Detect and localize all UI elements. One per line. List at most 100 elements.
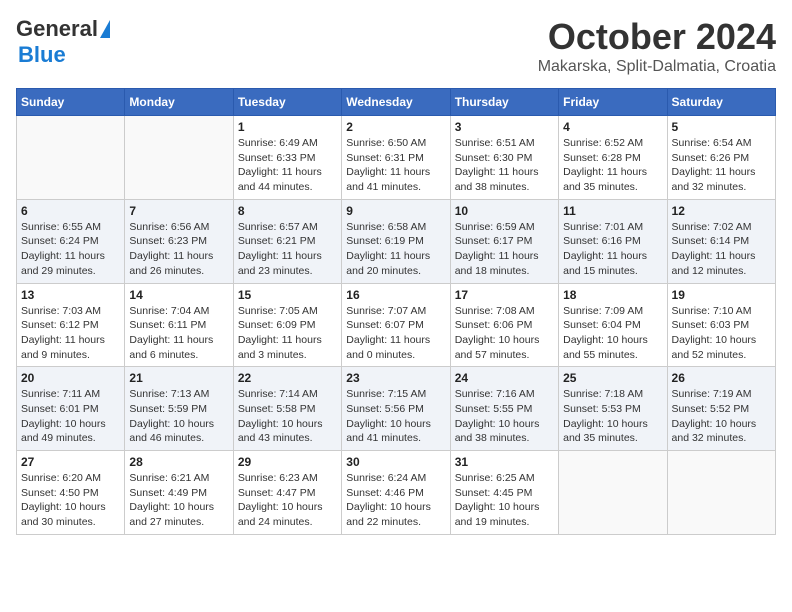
- sunset-text: Sunset: 6:09 PM: [238, 318, 337, 333]
- sunrise-text: Sunrise: 6:56 AM: [129, 220, 228, 235]
- sunset-text: Sunset: 5:59 PM: [129, 402, 228, 417]
- sunset-text: Sunset: 6:33 PM: [238, 151, 337, 166]
- sunset-text: Sunset: 6:16 PM: [563, 234, 662, 249]
- weekday-header-thursday: Thursday: [450, 89, 558, 116]
- logo-triangle-icon: [100, 20, 110, 38]
- day-number: 7: [129, 204, 228, 218]
- day-info: Sunrise: 6:57 AMSunset: 6:21 PMDaylight:…: [238, 220, 337, 279]
- sunrise-text: Sunrise: 7:01 AM: [563, 220, 662, 235]
- daylight-text: Daylight: 11 hours and 41 minutes.: [346, 165, 445, 194]
- day-info: Sunrise: 7:05 AMSunset: 6:09 PMDaylight:…: [238, 304, 337, 363]
- day-info: Sunrise: 6:23 AMSunset: 4:47 PMDaylight:…: [238, 471, 337, 530]
- day-info: Sunrise: 7:04 AMSunset: 6:11 PMDaylight:…: [129, 304, 228, 363]
- sunset-text: Sunset: 6:31 PM: [346, 151, 445, 166]
- sunset-text: Sunset: 6:07 PM: [346, 318, 445, 333]
- calendar-table: SundayMondayTuesdayWednesdayThursdayFrid…: [16, 88, 776, 535]
- daylight-text: Daylight: 10 hours and 49 minutes.: [21, 417, 120, 446]
- calendar-cell: 21Sunrise: 7:13 AMSunset: 5:59 PMDayligh…: [125, 367, 233, 451]
- sunset-text: Sunset: 6:28 PM: [563, 151, 662, 166]
- day-number: 30: [346, 455, 445, 469]
- day-number: 6: [21, 204, 120, 218]
- day-info: Sunrise: 7:08 AMSunset: 6:06 PMDaylight:…: [455, 304, 554, 363]
- page-header: General Blue October 2024 Makarska, Spli…: [16, 16, 776, 76]
- sunset-text: Sunset: 4:50 PM: [21, 486, 120, 501]
- calendar-cell: 29Sunrise: 6:23 AMSunset: 4:47 PMDayligh…: [233, 451, 341, 535]
- day-number: 10: [455, 204, 554, 218]
- sunrise-text: Sunrise: 6:57 AM: [238, 220, 337, 235]
- calendar-cell: 23Sunrise: 7:15 AMSunset: 5:56 PMDayligh…: [342, 367, 450, 451]
- sunset-text: Sunset: 5:58 PM: [238, 402, 337, 417]
- day-number: 4: [563, 120, 662, 134]
- daylight-text: Daylight: 11 hours and 23 minutes.: [238, 249, 337, 278]
- daylight-text: Daylight: 11 hours and 3 minutes.: [238, 333, 337, 362]
- daylight-text: Daylight: 11 hours and 15 minutes.: [563, 249, 662, 278]
- day-info: Sunrise: 7:03 AMSunset: 6:12 PMDaylight:…: [21, 304, 120, 363]
- day-info: Sunrise: 6:20 AMSunset: 4:50 PMDaylight:…: [21, 471, 120, 530]
- day-number: 12: [672, 204, 771, 218]
- calendar-cell: 1Sunrise: 6:49 AMSunset: 6:33 PMDaylight…: [233, 116, 341, 200]
- sunset-text: Sunset: 6:03 PM: [672, 318, 771, 333]
- daylight-text: Daylight: 10 hours and 46 minutes.: [129, 417, 228, 446]
- day-info: Sunrise: 7:02 AMSunset: 6:14 PMDaylight:…: [672, 220, 771, 279]
- day-info: Sunrise: 6:52 AMSunset: 6:28 PMDaylight:…: [563, 136, 662, 195]
- calendar-cell: 13Sunrise: 7:03 AMSunset: 6:12 PMDayligh…: [17, 283, 125, 367]
- calendar-cell: 25Sunrise: 7:18 AMSunset: 5:53 PMDayligh…: [559, 367, 667, 451]
- sunrise-text: Sunrise: 7:04 AM: [129, 304, 228, 319]
- daylight-text: Daylight: 10 hours and 32 minutes.: [672, 417, 771, 446]
- daylight-text: Daylight: 11 hours and 32 minutes.: [672, 165, 771, 194]
- calendar-cell: 30 Sunrise: 6:24 AMSunset: 4:46 PMDayligh…: [342, 451, 450, 535]
- day-number: 1: [238, 120, 337, 134]
- calendar-cell: 9Sunrise: 6:58 AMSunset: 6:19 PMDaylight…: [342, 199, 450, 283]
- day-number: 25: [563, 371, 662, 385]
- day-info: Sunrise: 6:55 AMSunset: 6:24 PMDaylight:…: [21, 220, 120, 279]
- calendar-cell: 7 Sunrise: 6:56 AMSunset: 6:23 PMDaylight…: [125, 199, 233, 283]
- day-info: Sunrise: 6:58 AMSunset: 6:19 PMDaylight:…: [346, 220, 445, 279]
- daylight-text: Daylight: 10 hours and 27 minutes.: [129, 500, 228, 529]
- calendar-cell: 3 Sunrise: 6:51 AMSunset: 6:30 PMDaylight…: [450, 116, 558, 200]
- day-info: Sunrise: 7:19 AMSunset: 5:52 PMDaylight:…: [672, 387, 771, 446]
- sunrise-text: Sunrise: 7:14 AM: [238, 387, 337, 402]
- calendar-cell: [17, 116, 125, 200]
- day-info: Sunrise: 7:11 AMSunset: 6:01 PMDaylight:…: [21, 387, 120, 446]
- daylight-text: Daylight: 10 hours and 24 minutes.: [238, 500, 337, 529]
- sunrise-text: Sunrise: 7:02 AM: [672, 220, 771, 235]
- sunset-text: Sunset: 6:11 PM: [129, 318, 228, 333]
- sunrise-text: Sunrise: 6:50 AM: [346, 136, 445, 151]
- daylight-text: Daylight: 10 hours and 22 minutes.: [346, 500, 445, 529]
- sunset-text: Sunset: 5:53 PM: [563, 402, 662, 417]
- calendar-cell: 28Sunrise: 6:21 AMSunset: 4:49 PMDayligh…: [125, 451, 233, 535]
- day-number: 3: [455, 120, 554, 134]
- day-info: Sunrise: 6:51 AMSunset: 6:30 PMDaylight:…: [455, 136, 554, 195]
- day-number: 26: [672, 371, 771, 385]
- daylight-text: Daylight: 11 hours and 6 minutes.: [129, 333, 228, 362]
- sunset-text: Sunset: 4:45 PM: [455, 486, 554, 501]
- day-info: Sunrise: 6:56 AMSunset: 6:23 PMDaylight:…: [129, 220, 228, 279]
- daylight-text: Daylight: 10 hours and 30 minutes.: [21, 500, 120, 529]
- day-info: Sunrise: 6:25 AMSunset: 4:45 PMDaylight:…: [455, 471, 554, 530]
- sunrise-text: Sunrise: 7:13 AM: [129, 387, 228, 402]
- weekday-header-tuesday: Tuesday: [233, 89, 341, 116]
- calendar-cell: 10Sunrise: 6:59 AMSunset: 6:17 PMDayligh…: [450, 199, 558, 283]
- sunset-text: Sunset: 6:30 PM: [455, 151, 554, 166]
- sunrise-text: Sunrise: 6:21 AM: [129, 471, 228, 486]
- weekday-header-saturday: Saturday: [667, 89, 775, 116]
- daylight-text: Daylight: 10 hours and 57 minutes.: [455, 333, 554, 362]
- calendar-cell: 12 Sunrise: 7:02 AMSunset: 6:14 PMDayligh…: [667, 199, 775, 283]
- day-info: Sunrise: 6:24 AMSunset: 4:46 PMDaylight:…: [346, 471, 445, 530]
- daylight-text: Daylight: 11 hours and 18 minutes.: [455, 249, 554, 278]
- sunrise-text: Sunrise: 6:24 AM: [346, 471, 445, 486]
- day-number: 23: [346, 371, 445, 385]
- calendar-cell: 6 Sunrise: 6:55 AMSunset: 6:24 PMDaylight…: [17, 199, 125, 283]
- calendar-cell: 27Sunrise: 6:20 AMSunset: 4:50 PMDayligh…: [17, 451, 125, 535]
- sunrise-text: Sunrise: 7:19 AM: [672, 387, 771, 402]
- sunset-text: Sunset: 6:04 PM: [563, 318, 662, 333]
- calendar-cell: 26 Sunrise: 7:19 AMSunset: 5:52 PMDayligh…: [667, 367, 775, 451]
- calendar-cell: 4 Sunrise: 6:52 AMSunset: 6:28 PMDaylight…: [559, 116, 667, 200]
- sunrise-text: Sunrise: 6:52 AM: [563, 136, 662, 151]
- calendar-cell: 16Sunrise: 7:07 AMSunset: 6:07 PMDayligh…: [342, 283, 450, 367]
- sunset-text: Sunset: 5:52 PM: [672, 402, 771, 417]
- weekday-header-monday: Monday: [125, 89, 233, 116]
- calendar-cell: 31Sunrise: 6:25 AMSunset: 4:45 PMDayligh…: [450, 451, 558, 535]
- sunrise-text: Sunrise: 7:10 AM: [672, 304, 771, 319]
- day-info: Sunrise: 6:21 AMSunset: 4:49 PMDaylight:…: [129, 471, 228, 530]
